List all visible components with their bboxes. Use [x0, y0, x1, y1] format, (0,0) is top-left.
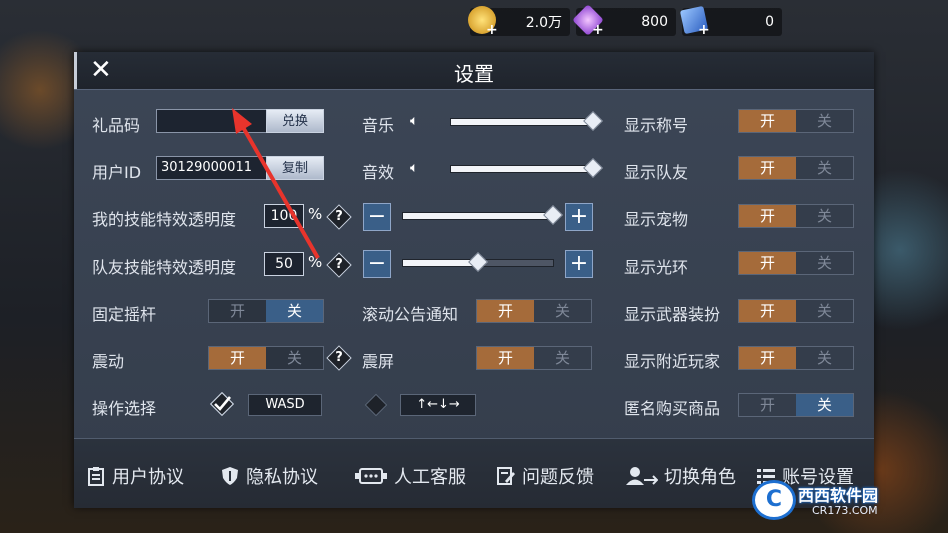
watermark-logo: C — [752, 480, 796, 520]
watermark-url: CR173.COM — [812, 504, 878, 517]
site-watermark: C 西西软件园 CR173.COM — [752, 480, 928, 520]
annotation-arrow — [232, 108, 320, 259]
watermark-text: 西西软件园 — [798, 486, 879, 505]
